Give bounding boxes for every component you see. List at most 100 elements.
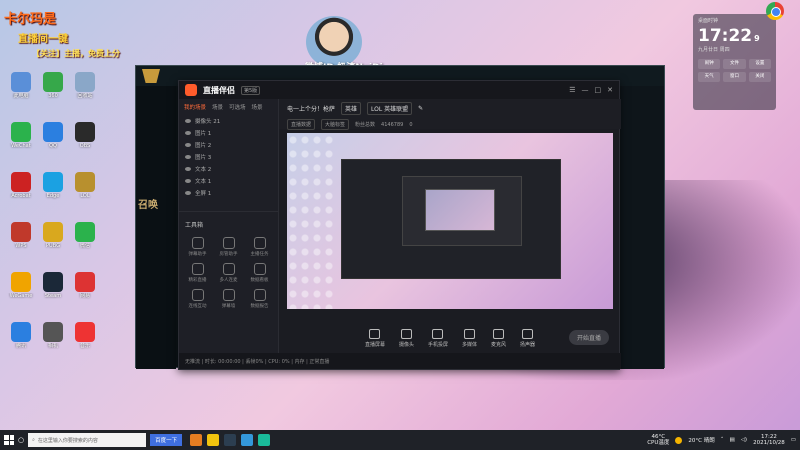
desktop-icon[interactable]: Acrobat <box>4 170 38 208</box>
tool-button[interactable]: 精彩直播 <box>183 263 212 283</box>
task-view-icon[interactable]: ○ <box>18 436 24 444</box>
eye-icon[interactable] <box>185 143 191 147</box>
status-text: 无推流 | 时长: 00:00:00 | 丢帧0% | CPU: 0% | 内存… <box>185 358 330 365</box>
taskbar-app-icon[interactable] <box>207 434 220 446</box>
layer-item[interactable]: 摄像头 21 <box>179 115 278 127</box>
desktop-icon[interactable]: Steam <box>36 270 70 308</box>
tool-button[interactable]: 多人连麦 <box>214 263 243 283</box>
tool-button[interactable]: 连线互动 <box>183 289 212 309</box>
desktop-icon[interactable]: WPS <box>4 220 38 258</box>
toolbox-grid: 弹幕助手 房管助手 主播任务精彩直播 多人连麦 数据看板连线互动 弹幕墙 数据报告 <box>179 233 278 313</box>
minimize-icon[interactable]: — <box>582 86 589 94</box>
toolbox-title: 工具箱 <box>179 211 278 233</box>
layer-item[interactable]: 图片 2 <box>179 139 278 151</box>
tool-button[interactable]: 数据报告 <box>245 289 274 309</box>
layer-label: 摄像头 21 <box>195 119 221 125</box>
stream-title[interactable]: 电一上个分！枪萨 <box>287 104 335 113</box>
edit-icon[interactable]: ✎ <box>418 105 423 112</box>
close-icon[interactable]: ✕ <box>607 86 613 94</box>
taskbar-app-icon[interactable] <box>258 434 271 446</box>
layer-item[interactable]: 图片 1 <box>179 127 278 139</box>
desktop-icon[interactable]: 相机 <box>36 320 70 358</box>
clock-widget-button[interactable]: 窗口 <box>723 72 746 82</box>
desktop-icon[interactable]: Edge <box>36 170 70 208</box>
tool-button[interactable]: 房管助手 <box>214 237 243 257</box>
chrome-icon[interactable] <box>766 2 784 20</box>
stream-preview[interactable] <box>287 133 613 309</box>
taskbar-app-icon[interactable] <box>224 434 237 446</box>
source-button[interactable]: 手机投屏 <box>428 328 448 348</box>
tab-scene[interactable]: 场景 <box>212 103 223 111</box>
tab-my-scene[interactable]: 我的场景 <box>184 103 206 111</box>
layer-label: 图片 2 <box>195 143 212 149</box>
desktop-icon[interactable]: 网易 <box>68 270 102 308</box>
eye-icon[interactable] <box>185 179 191 183</box>
maximize-icon[interactable]: □ <box>595 86 602 94</box>
clock-widget-button[interactable]: 闹钟 <box>698 59 721 69</box>
menu-icon[interactable]: ☰ <box>569 86 575 94</box>
taskbar-app-icon[interactable] <box>190 434 203 446</box>
layer-item[interactable]: 图片 3 <box>179 151 278 163</box>
volume-icon[interactable]: ◁) <box>741 437 747 443</box>
taskbar-app-icon[interactable] <box>241 434 254 446</box>
source-button[interactable]: 直播屏幕 <box>365 328 385 348</box>
main-area: 电一上个分！枪萨 英雄 LOL 英雄联盟 ✎ 直播数据 大脑标签 粉丝总数 41467… <box>279 99 621 355</box>
tool-button[interactable]: 弹幕助手 <box>183 237 212 257</box>
layer-item[interactable]: 文本 1 <box>179 175 278 187</box>
desktop-icon[interactable]: 回收站 <box>68 70 102 108</box>
eye-icon[interactable] <box>185 155 191 159</box>
baidu-search-button[interactable]: 百度一下 <box>150 434 183 446</box>
eye-icon[interactable] <box>185 119 191 123</box>
eye-icon[interactable] <box>185 167 191 171</box>
layer-item[interactable]: 文本 2 <box>179 163 278 175</box>
stream-header: 电一上个分！枪萨 英雄 LOL 英雄联盟 ✎ 直播数据 大脑标签 粉丝总数 41467… <box>279 99 621 130</box>
desktop-icon[interactable]: LOL <box>68 170 102 208</box>
stream-companion-window[interactable]: 直播伴侣 第5版 ☰ — □ ✕ 我的场景 场景 可选场 场景 摄像头 21 图片… <box>178 80 621 370</box>
tab-scene-2[interactable]: 场景 <box>252 103 263 111</box>
clock-widget-button[interactable]: 天气 <box>698 72 721 82</box>
clock-widget[interactable]: 桌面时钟 17:22 9 九月廿日 周四 闹钟 文件 设置 天气 窗口 关闭 <box>693 14 776 110</box>
eye-icon[interactable] <box>185 131 191 135</box>
eye-icon[interactable] <box>185 191 191 195</box>
desktop-icon[interactable]: 音乐 <box>68 320 102 358</box>
clock-widget-button[interactable]: 设置 <box>748 59 771 69</box>
desktop-icon[interactable]: WeGame <box>4 270 38 308</box>
windows-start-icon[interactable] <box>4 435 14 445</box>
game-pill[interactable]: LOL 英雄联盟 <box>367 102 413 115</box>
tool-button[interactable]: 数据看板 <box>245 263 274 283</box>
tool-icon <box>222 263 235 275</box>
chevron-up-icon[interactable]: ˄ <box>721 437 724 443</box>
app-icon <box>11 272 31 292</box>
cpu-temp[interactable]: 46°C CPU温度 <box>647 434 669 446</box>
category-pill[interactable]: 英雄 <box>341 102 362 115</box>
taskbar-clock[interactable]: 17:22 2021/10/28 <box>753 434 785 446</box>
notification-icon[interactable]: ▭ <box>791 437 796 443</box>
search-box[interactable]: ⌕ 在这里输入你要搜索的内容 <box>28 433 147 447</box>
go-live-button[interactable]: 开始直播 <box>568 330 609 345</box>
layer-item[interactable]: 全屏 1 <box>179 187 278 199</box>
tab-optional[interactable]: 可选场 <box>229 103 246 111</box>
desktop-icon[interactable]: WeChat <box>4 120 38 158</box>
desktop-icon[interactable]: PUBG <box>36 220 70 258</box>
desktop-icon[interactable]: OBS <box>68 120 102 158</box>
tool-button[interactable]: 主播任务 <box>245 237 274 257</box>
desktop-icon[interactable]: 此电脑 <box>4 70 38 108</box>
source-button[interactable]: 多媒体 <box>462 328 477 348</box>
tool-button[interactable]: 弹幕墙 <box>214 289 243 309</box>
overlay-text-line2: 直播间一键 <box>18 34 68 45</box>
clock-widget-button[interactable]: 文件 <box>723 59 746 69</box>
clock-widget-button[interactable]: 关闭 <box>748 72 771 82</box>
source-button[interactable]: 麦克风 <box>491 328 506 348</box>
desktop-icon[interactable]: 腾讯 <box>4 320 38 358</box>
weather-text[interactable]: 20°C 晴朗 <box>688 436 714 444</box>
stats-item[interactable]: 大脑标签 <box>321 119 350 130</box>
desktop-icon[interactable]: 360 <box>36 70 70 108</box>
network-icon[interactable]: ▤ <box>730 437 735 443</box>
stats-item[interactable]: 直播数据 <box>287 119 316 130</box>
desktop-icon[interactable]: 微信 <box>68 220 102 258</box>
desktop-icon[interactable]: QQ <box>36 120 70 158</box>
source-button[interactable]: 扬声器 <box>520 328 535 348</box>
status-bar: 无推流 | 时长: 00:00:00 | 丢帧0% | CPU: 0% | 内存… <box>179 353 621 369</box>
source-button[interactable]: 摄像头 <box>399 328 414 348</box>
app-icon <box>43 322 63 342</box>
